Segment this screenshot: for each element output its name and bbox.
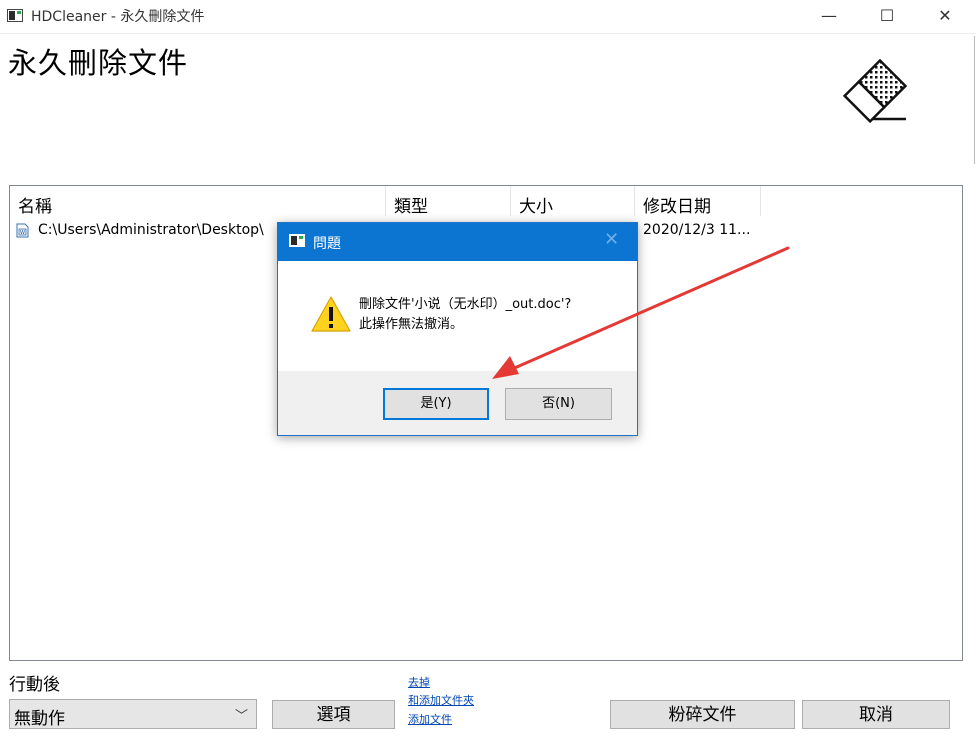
add-file-link[interactable]: 添加文件: [408, 711, 452, 727]
dialog-app-icon: [289, 234, 305, 247]
remove-link[interactable]: 去掉: [408, 674, 430, 690]
eraser-icon: [842, 58, 908, 124]
document-icon: W: [16, 223, 29, 238]
options-button[interactable]: 選項: [272, 700, 395, 729]
after-action-select[interactable]: 無動作 ﹀: [9, 699, 257, 729]
divider: [974, 36, 975, 164]
dialog-title: 問題: [313, 236, 341, 252]
no-button[interactable]: 否(N): [505, 388, 612, 420]
annotation-arrow: [492, 246, 790, 379]
window-title: HDCleaner - 永久刪除文件: [31, 9, 205, 25]
minimize-button[interactable]: —: [800, 0, 858, 32]
column-header-type[interactable]: 類型: [386, 186, 511, 217]
warning-icon: [311, 296, 351, 332]
maximize-button[interactable]: ☐: [858, 0, 916, 32]
chevron-down-icon: ﹀: [234, 709, 248, 724]
after-action-label: 行動後: [9, 675, 60, 695]
column-header-name[interactable]: 名稱: [10, 186, 386, 217]
add-folder-link[interactable]: 和添加文件夾: [408, 692, 474, 708]
close-button[interactable]: ✕: [916, 0, 974, 32]
file-name: C:\Users\Administrator\Desktop\: [38, 222, 264, 238]
title-bar: HDCleaner - 永久刪除文件 — ☐ ✕: [0, 0, 976, 34]
page-title: 永久刪除文件: [8, 46, 189, 80]
shred-button[interactable]: 粉碎文件: [610, 700, 795, 729]
svg-text:W: W: [20, 230, 25, 236]
file-modified: 2020/12/3 11...: [643, 222, 751, 238]
cancel-button[interactable]: 取消: [802, 700, 950, 729]
after-action-value: 無動作: [14, 709, 65, 729]
app-icon: [7, 9, 23, 22]
column-header-size[interactable]: 大小: [511, 186, 635, 217]
yes-button[interactable]: 是(Y): [383, 388, 489, 420]
column-header-modified[interactable]: 修改日期: [635, 186, 761, 217]
